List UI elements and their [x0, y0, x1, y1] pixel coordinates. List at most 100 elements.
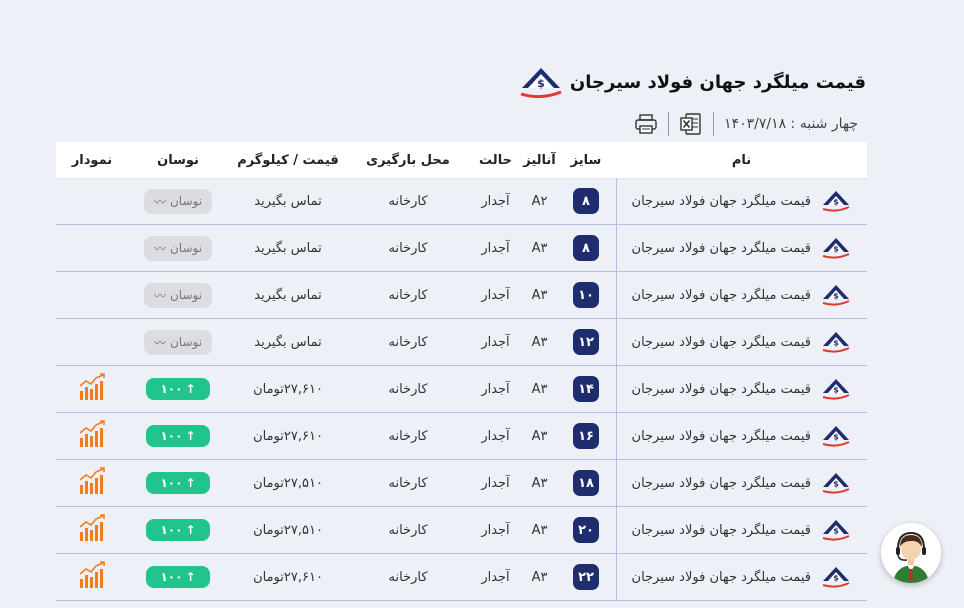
product-name-cell[interactable]: $ قیمت میلگرد جهان فولاد سیرجان	[616, 366, 867, 412]
change-cell: نوسان 〰	[128, 272, 228, 318]
bar-chart-icon[interactable]	[78, 560, 106, 594]
chart-cell[interactable]	[56, 366, 128, 412]
jahan-foolad-logo-icon: $	[821, 423, 851, 449]
size-badge: ۱۴	[573, 376, 599, 402]
size-cell: ۸	[556, 178, 616, 224]
product-name[interactable]: قیمت میلگرد جهان فولاد سیرجان	[632, 476, 811, 491]
col-header-state[interactable]: حالت	[468, 153, 523, 168]
col-header-place[interactable]: محل بارگیری	[348, 153, 468, 168]
price-cell: تماس بگیرید	[254, 240, 322, 256]
product-name-cell[interactable]: $ قیمت میلگرد جهان فولاد سیرجان	[616, 319, 867, 365]
product-name-cell[interactable]: $ قیمت میلگرد جهان فولاد سیرجان	[616, 178, 867, 224]
place-cell: کارخانه	[388, 569, 428, 585]
size-badge: ۱۸	[573, 470, 599, 496]
jahan-foolad-logo-icon: $	[821, 188, 851, 214]
table-row[interactable]: $ قیمت میلگرد جهان فولاد سیرجان ۲۲ A۳ آجدار ک…	[56, 554, 867, 601]
state-cell: آجدار	[481, 381, 510, 397]
chart-cell[interactable]	[56, 413, 128, 459]
product-name[interactable]: قیمت میلگرد جهان فولاد سیرجان	[632, 335, 811, 350]
change-cell: ↑ ۱۰۰	[128, 507, 228, 553]
svg-text:$: $	[537, 77, 545, 90]
bar-chart-icon[interactable]	[78, 372, 106, 406]
change-neutral-badge: نوسان 〰	[143, 282, 213, 308]
place-cell: کارخانه	[388, 475, 428, 491]
wave-icon: 〰	[153, 335, 166, 350]
change-value: ۱۰۰	[160, 570, 183, 584]
change-cell: ↑ ۱۰۰	[128, 554, 228, 600]
state-cell: آجدار	[481, 193, 510, 209]
size-cell: ۱۲	[556, 319, 616, 365]
change-up-badge: ↑ ۱۰۰	[146, 425, 210, 447]
table-row[interactable]: $ قیمت میلگرد جهان فولاد سیرجان ۱۰ A۳ آجدار ک…	[56, 272, 867, 319]
svg-text:$: $	[833, 339, 839, 348]
price-cell: ۲۷,۶۱۰تومان	[253, 569, 323, 585]
table-row[interactable]: $ قیمت میلگرد جهان فولاد سیرجان ۱۴ A۳ آجدار ک…	[56, 366, 867, 413]
product-name-cell[interactable]: $ قیمت میلگرد جهان فولاد سیرجان	[616, 507, 867, 553]
size-badge: ۱۰	[573, 282, 599, 308]
support-agent-icon[interactable]	[881, 523, 941, 583]
bar-chart-icon[interactable]	[78, 466, 106, 500]
product-name[interactable]: قیمت میلگرد جهان فولاد سیرجان	[632, 523, 811, 538]
product-name-cell[interactable]: $ قیمت میلگرد جهان فولاد سیرجان	[616, 225, 867, 271]
size-cell: ۱۸	[556, 460, 616, 506]
product-name[interactable]: قیمت میلگرد جهان فولاد سیرجان	[632, 288, 811, 303]
product-name-cell[interactable]: $ قیمت میلگرد جهان فولاد سیرجان	[616, 460, 867, 506]
chart-cell	[56, 319, 128, 365]
col-header-analysis[interactable]: آنالیز	[523, 153, 556, 168]
arrow-up-icon: ↑	[185, 476, 196, 490]
product-name-cell[interactable]: $ قیمت میلگرد جهان فولاد سیرجان	[616, 554, 867, 600]
product-name[interactable]: قیمت میلگرد جهان فولاد سیرجان	[632, 241, 811, 256]
state-cell: آجدار	[481, 334, 510, 350]
table-row[interactable]: $ قیمت میلگرد جهان فولاد سیرجان ۸ A۳ آجدار کا…	[56, 225, 867, 272]
state-cell: آجدار	[481, 569, 510, 585]
svg-text:$: $	[833, 245, 839, 254]
price-cell: ۲۷,۶۱۰تومان	[253, 428, 323, 444]
table-row[interactable]: $ قیمت میلگرد جهان فولاد سیرجان ۱۸ A۳ آجدار ک…	[56, 460, 867, 507]
product-name-cell[interactable]: $ قیمت میلگرد جهان فولاد سیرجان	[616, 413, 867, 459]
page-title: قیمت میلگرد جهان فولاد سیرجان	[569, 71, 866, 93]
col-header-chart: نمودار	[71, 152, 113, 168]
product-name[interactable]: قیمت میلگرد جهان فولاد سیرجان	[632, 194, 811, 209]
excel-export-icon[interactable]	[679, 112, 703, 136]
print-icon[interactable]	[634, 112, 658, 136]
col-header-change[interactable]: نوسان	[128, 153, 228, 168]
analysis-cell: A۳	[531, 522, 548, 538]
change-up-badge: ↑ ۱۰۰	[146, 378, 210, 400]
analysis-cell: A۳	[531, 334, 548, 350]
change-value: ۱۰۰	[160, 476, 183, 490]
size-badge: ۸	[573, 235, 599, 261]
bar-chart-icon[interactable]	[78, 513, 106, 547]
size-badge: ۲۲	[573, 564, 599, 590]
bar-chart-icon[interactable]	[78, 419, 106, 453]
product-name[interactable]: قیمت میلگرد جهان فولاد سیرجان	[632, 429, 811, 444]
chart-cell[interactable]	[56, 460, 128, 506]
change-value: نوسان	[169, 194, 203, 208]
product-name[interactable]: قیمت میلگرد جهان فولاد سیرجان	[632, 382, 811, 397]
jahan-foolad-logo-icon: $	[821, 470, 851, 496]
size-cell: ۱۴	[556, 366, 616, 412]
state-cell: آجدار	[481, 428, 510, 444]
product-name[interactable]: قیمت میلگرد جهان فولاد سیرجان	[632, 570, 811, 585]
size-cell: ۲۲	[556, 554, 616, 600]
place-cell: کارخانه	[388, 240, 428, 256]
jahan-foolad-logo-icon: $	[821, 376, 851, 402]
wave-icon: 〰	[153, 241, 166, 256]
size-cell: ۸	[556, 225, 616, 271]
analysis-cell: A۳	[531, 381, 548, 397]
chart-cell[interactable]	[56, 507, 128, 553]
state-cell: آجدار	[481, 287, 510, 303]
table-row[interactable]: $ قیمت میلگرد جهان فولاد سیرجان ۲۰ A۳ آجدار ک…	[56, 507, 867, 554]
col-header-size[interactable]: سایز	[556, 153, 616, 168]
place-cell: کارخانه	[388, 381, 428, 397]
col-header-price[interactable]: قیمت / کیلوگرم	[228, 153, 348, 168]
table-row[interactable]: $ قیمت میلگرد جهان فولاد سیرجان ۱۲ A۳ آجدار ک…	[56, 319, 867, 366]
change-up-badge: ↑ ۱۰۰	[146, 472, 210, 494]
table-row[interactable]: $ قیمت میلگرد جهان فولاد سیرجان ۱۶ A۳ آجدار ک…	[56, 413, 867, 460]
product-name-cell[interactable]: $ قیمت میلگرد جهان فولاد سیرجان	[616, 272, 867, 318]
size-cell: ۲۰	[556, 507, 616, 553]
chart-cell	[56, 225, 128, 271]
wave-icon: 〰	[153, 194, 166, 209]
chart-cell[interactable]	[56, 554, 128, 600]
col-header-name[interactable]: نام	[616, 153, 867, 168]
table-row[interactable]: $ قیمت میلگرد جهان فولاد سیرجان ۸ A۲ آجدار کا…	[56, 178, 867, 225]
